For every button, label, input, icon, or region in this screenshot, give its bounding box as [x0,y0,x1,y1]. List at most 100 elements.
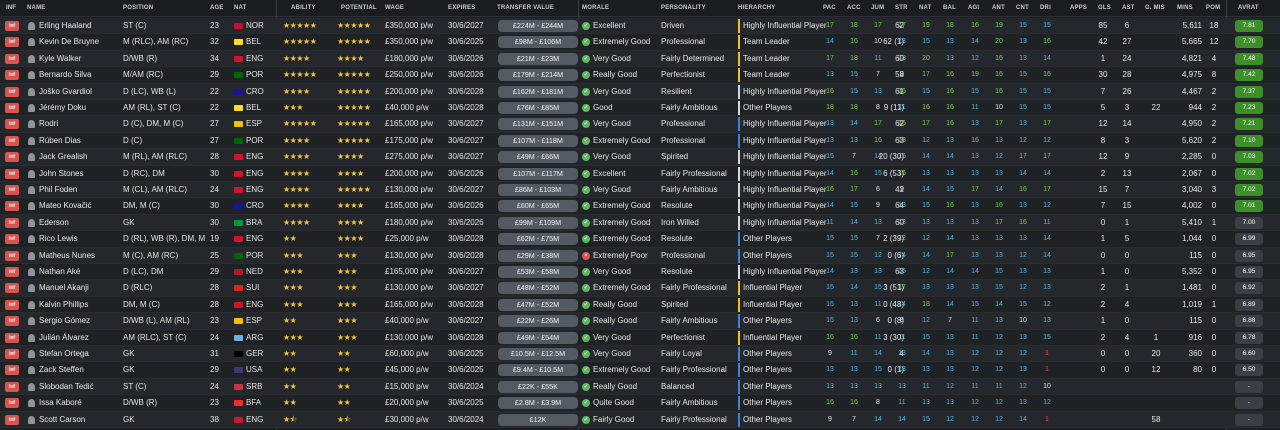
player-name[interactable]: John Stones [39,166,124,182]
player-name[interactable]: Joško Gvardiol [39,84,124,100]
col-nat[interactable]: NAT [234,5,247,11]
player-nationality[interactable]: ENG [246,182,270,198]
col-mins[interactable]: MINS [1177,5,1193,11]
info-badge[interactable]: Inf [5,185,19,195]
player-nationality[interactable]: BEL [246,34,270,50]
info-badge[interactable]: Inf [5,381,19,392]
player-name[interactable]: Julián Álvarez [39,330,124,346]
player-name[interactable]: Sergio Gómez [39,313,124,329]
player-nationality[interactable]: ENG [246,412,270,428]
info-badge[interactable]: Inf [5,168,19,179]
table-row[interactable]: Inf Joško Gvardiol D (LC), WB (L) 22 CRO ★★★★… [0,83,1280,100]
col-jum[interactable]: JUM [871,5,884,11]
col-ast[interactable]: AST [1122,5,1135,11]
info-badge[interactable]: Inf [5,365,19,376]
player-name[interactable]: Erling Haaland [39,18,124,34]
table-row[interactable]: Inf Scott Carson GK 38 ENG ★⯪ ★⯪ £30,000 p/w 30/… [0,411,1280,428]
col-dri[interactable]: DRI [1040,5,1051,11]
info-badge[interactable]: Inf [5,332,19,343]
info-badge[interactable]: Inf [5,217,19,228]
player-nationality[interactable]: GER [246,346,270,362]
player-name[interactable]: Kevin De Bruyne [39,34,124,50]
player-nationality[interactable]: BEL [246,100,270,116]
player-name[interactable]: Ederson [39,215,124,231]
col-morale[interactable]: MORALE [582,5,609,11]
player-name[interactable]: Rico Lewis [39,231,124,247]
table-row[interactable]: Inf Kalvin Phillips DM, M (C) 28 ENG ★★★ ★★★ £1… [0,296,1280,314]
player-nationality[interactable]: POR [246,133,270,149]
col-expires[interactable]: EXPIRES [448,5,475,11]
col-str[interactable]: STR [895,5,908,11]
info-badge[interactable]: Inf [5,21,19,31]
table-row[interactable]: Inf Erling Haaland ST (C) 23 NOR ★★★★★ ★★★★★ £3… [0,18,1280,35]
player-name[interactable]: Nathan Aké [39,264,124,280]
col-position[interactable]: POSITION [123,5,153,11]
player-nationality[interactable]: CRO [246,84,270,100]
player-nationality[interactable]: ESP [246,313,270,329]
table-row[interactable]: Inf Julián Álvarez AM (RLC), ST (C) 24 ARG ★★… [0,329,1280,346]
col-acc[interactable]: ACC [847,5,861,11]
col-inf[interactable]: INF [6,5,16,11]
table-row[interactable]: Inf Issa Kaboré D/WB (R) 23 BFA ★★ ★★ £20,000 p… [0,395,1280,412]
player-name[interactable]: Jack Grealish [39,149,124,165]
table-row[interactable]: Inf Matheus Nunes M (C), AM (RC) 25 POR ★★★ ★★… [0,247,1280,264]
col-pac[interactable]: PAC [823,5,836,11]
col-personality[interactable]: PERSONALITY [661,5,706,11]
info-badge[interactable]: Inf [5,53,19,64]
player-name[interactable]: Phil Foden [39,182,124,198]
col-ant[interactable]: ANT [992,5,1005,11]
col-ability[interactable]: ABILITY [291,5,316,11]
col-apps[interactable]: APPS [1070,5,1087,11]
player-name[interactable]: Issa Kaboré [39,395,124,411]
player-nationality[interactable]: NOR [246,18,270,34]
table-row[interactable]: Inf Rúben Dias D (C) 27 POR ★★★★ ★★★★★ £175,000… [0,132,1280,150]
player-nationality[interactable]: SUI [246,280,270,296]
table-row[interactable]: Inf Stefan Ortega GK 31 GER ★★ ★★ £60,000 p/w 30… [0,346,1280,363]
info-badge[interactable]: Inf [5,37,19,48]
player-name[interactable]: Kyle Walker [39,51,124,67]
col-pom[interactable]: POM [1206,5,1220,11]
col-wage[interactable]: WAGE [385,5,404,11]
player-nationality[interactable]: BFA [246,395,270,411]
col-avrat[interactable]: AVRAT [1238,5,1259,11]
table-row[interactable]: Inf Phil Foden M (CL), AM (RLC) 24 ENG ★★★★ ★★… [0,182,1280,199]
col-agi[interactable]: AGI [968,5,979,11]
player-name[interactable]: Scott Carson [39,412,124,428]
table-row[interactable]: Inf Jack Grealish M (RL), AM (RLC) 28 ENG ★★★… [0,149,1280,166]
table-row[interactable]: Inf Manuel Akanji D (RLC) 28 SUI ★★★ ★★★ £130,0… [0,280,1280,297]
player-name[interactable]: Bernardo Silva [39,67,124,83]
player-nationality[interactable]: ARG [246,330,270,346]
player-name[interactable]: Jérémy Doku [39,100,124,116]
col-cnt[interactable]: CNT [1016,5,1029,11]
player-name[interactable]: Mateo Kovačić [39,198,124,214]
player-name[interactable]: Stefan Ortega [39,346,124,362]
player-nationality[interactable]: ENG [246,297,270,313]
info-badge[interactable]: Inf [5,70,19,81]
info-badge[interactable]: Inf [5,316,19,327]
player-name[interactable]: Slobodan Tedić [39,379,124,395]
info-badge[interactable]: Inf [5,349,19,359]
player-nationality[interactable]: POR [246,67,270,83]
player-nationality[interactable]: SRB [246,379,270,395]
col-name[interactable]: NAME [27,5,45,11]
col-nat2[interactable]: NAT [919,5,932,11]
info-badge[interactable]: Inf [5,201,19,212]
col-age[interactable]: AGE [210,5,224,11]
table-row[interactable]: Inf Mateo Kovačić DM, M (C) 30 CRO ★★★★ ★★★★ £1… [0,198,1280,215]
info-badge[interactable]: Inf [5,135,19,146]
info-badge[interactable]: Inf [5,250,19,261]
table-row[interactable]: Inf John Stones D (RC), DM 30 ENG ★★★★ ★★★★ £20… [0,165,1280,182]
player-nationality[interactable]: ENG [246,149,270,165]
table-row[interactable]: Inf Rodri D (C), DM, M (C) 27 ESP ★★★★★ ★★★★★ £… [0,116,1280,133]
info-badge[interactable]: Inf [5,119,19,130]
player-name[interactable]: Manuel Akanji [39,280,124,296]
table-row[interactable]: Inf Nathan Aké D (LC), DM 29 NED ★★★ ★★★ £165,0… [0,264,1280,281]
table-row[interactable]: Inf Sergio Gómez D/WB (L), AM (RL) 23 ESP ★★ ★… [0,313,1280,330]
player-name[interactable]: Rodri [39,116,124,132]
player-nationality[interactable]: CRO [246,198,270,214]
player-nationality[interactable]: USA [246,362,270,378]
col-gls[interactable]: GLS [1098,5,1111,11]
col-transfer-value[interactable]: TRANSFER VALUE [497,5,554,11]
table-row[interactable]: Inf Bernardo Silva M/AM (RC) 29 POR ★★★★★ ★★★★… [0,67,1280,84]
player-nationality[interactable]: POR [246,248,270,264]
